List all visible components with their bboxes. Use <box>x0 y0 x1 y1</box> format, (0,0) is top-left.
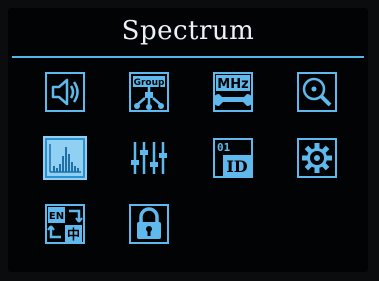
mhz-wrench-icon: MHz <box>213 72 253 112</box>
spectrum-bars-icon <box>45 138 85 178</box>
scan-magnifier-icon <box>297 72 337 112</box>
mhz-icon-text: MHz <box>217 77 248 92</box>
channel-id-icon: 01 ID <box>213 138 253 178</box>
page-title: Spectrum <box>121 16 255 46</box>
display-screen: Spectrum Group MHz 01 ID EN 中 <box>8 8 368 272</box>
zh-icon-text: 中 <box>67 227 80 243</box>
menu-item-volume[interactable] <box>45 72 85 112</box>
group-network-icon: Group <box>129 72 169 112</box>
menu-item-lock[interactable] <box>129 204 169 244</box>
group-icon-text: Group <box>134 78 165 88</box>
en-icon-text: EN <box>49 211 64 222</box>
title-divider <box>12 56 364 58</box>
menu-item-scan[interactable] <box>297 72 337 112</box>
channel-number-text: 01 <box>217 141 231 154</box>
id-icon-text: ID <box>226 157 247 176</box>
menu-item-channel-id[interactable]: 01 ID <box>213 138 253 178</box>
menu-item-language[interactable]: EN 中 <box>45 204 85 244</box>
menu-item-settings[interactable] <box>297 138 337 178</box>
speaker-icon <box>45 72 85 112</box>
language-icon: EN 中 <box>45 204 85 244</box>
device-bezel: Spectrum Group MHz 01 ID EN 中 <box>0 0 379 281</box>
sliders-icon <box>131 142 167 174</box>
padlock-icon <box>129 204 169 244</box>
menu-item-spectrum[interactable] <box>45 138 85 178</box>
menu-item-equalizer[interactable] <box>129 138 169 178</box>
menu-item-frequency[interactable]: MHz <box>213 72 253 112</box>
menu-item-group[interactable]: Group <box>129 72 169 112</box>
gear-icon <box>297 138 337 178</box>
